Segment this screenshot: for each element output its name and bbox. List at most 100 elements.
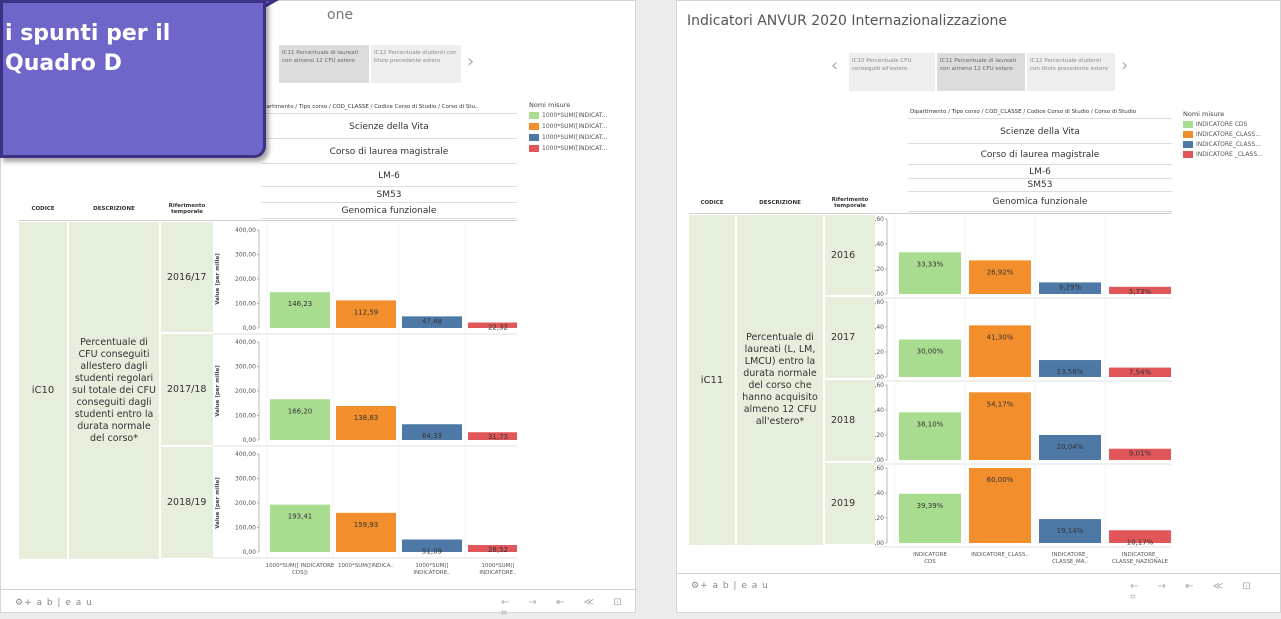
left-legend-title: Nomi misure [529, 101, 571, 109]
left-tableau-logo: ⚙+ a b | e a u [15, 598, 93, 608]
bar [336, 512, 396, 552]
left-header-classe: LM-6 [261, 165, 517, 187]
left-code-cell: iC10 [19, 222, 67, 559]
data-label: 22,32 [488, 324, 508, 332]
right-col-codice: CODICE [700, 200, 724, 206]
left-title: one [327, 7, 354, 23]
data-label: 10,17% [1127, 538, 1154, 546]
data-label: 26,92% [987, 268, 1014, 276]
right-legend-item[interactable]: INDICATORE CDS [1183, 120, 1247, 129]
data-label: 39,39% [917, 502, 944, 510]
right-title: Indicatori ANVUR 2020 Internazionalizzaz… [687, 13, 1008, 29]
y-tick-label: 300,00 [235, 476, 256, 483]
data-label: 28,52 [488, 546, 508, 554]
data-label: 7,54% [1129, 369, 1152, 377]
y-axis-label: Value [per mille] [215, 477, 221, 529]
y-tick-label: 400,00 [235, 227, 256, 234]
right-tab-ic10[interactable]: IC10 Percentuale CFU conseguiti all'este… [849, 53, 935, 91]
data-label: 138,83 [354, 414, 379, 422]
left-tab-ic12[interactable]: IC12 Percentuale studenti con titolo pre… [371, 45, 461, 83]
left-legend-item[interactable]: 1000*SUM([INDICAT... [529, 133, 607, 142]
left-toolbar-icons[interactable]: ← → ⇤ ≪ ⊡ ⌗ [501, 597, 635, 619]
bubble-line-2: Quadro D [5, 51, 122, 76]
y-tick-label: 400,00 [235, 451, 256, 458]
left-header-path: partimento / Tipo corso / COD_CLASSE / C… [261, 100, 517, 114]
bar [336, 405, 396, 440]
y-axis-label: Value [per mille] [215, 365, 221, 417]
left-header-corso: Genomica funzionale [261, 203, 517, 219]
y-tick-label: 0,00 [243, 325, 257, 332]
left-year-cell: 2016/17 [161, 222, 213, 333]
left-col-riferimento: Riferimento temporale [168, 203, 206, 215]
x-tick-label: 1000*SUM([ [481, 563, 514, 569]
y-tick-label: 300,00 [235, 364, 256, 371]
right-legend-item[interactable]: INDICATORE_CLASS... [1183, 140, 1261, 149]
right-tab-ic11[interactable]: IC11 Percentuale di laureati con almeno … [937, 53, 1025, 91]
right-toolbar-icons[interactable]: ← → ⇤ ≪ ⊡ ⌗ [1130, 581, 1280, 603]
right-col-descrizione: DESCRIZIONE [759, 200, 801, 206]
x-tick-label: 1000*SUM([ [415, 563, 448, 569]
data-label: 47,48 [422, 317, 442, 325]
left-legend-item[interactable]: 1000*SUM([INDICAT... [529, 111, 607, 120]
right-legend-item[interactable]: INDICATORE_CLASS... [1183, 130, 1261, 139]
y-tick-label: 200,00 [235, 276, 256, 283]
y-tick-label: 200,00 [235, 500, 256, 507]
left-tab-ic11[interactable]: IC11 Percentuale di laureati con almeno … [279, 45, 369, 83]
y-tick-label: 100,00 [235, 301, 256, 308]
y-tick-label: 0,00 [243, 437, 257, 444]
data-label: 51,09 [422, 547, 442, 555]
left-legend-item[interactable]: 1000*SUM([INDICAT... [529, 144, 607, 153]
bar [899, 339, 961, 377]
right-bar-chart: 0,000,200,400,60Value [per mille]33,33%2… [875, 215, 1172, 565]
right-header-classe: LM-6 [908, 166, 1172, 179]
data-label: 9,29% [1059, 283, 1082, 291]
x-tick-label: 1000*SUM([INDICA.. [338, 563, 394, 569]
left-legend-item[interactable]: 1000*SUM([INDICAT... [529, 122, 607, 131]
y-tick-label: 0,20 [875, 432, 884, 439]
y-tick-label: 200,00 [235, 388, 256, 395]
right-year-cell: 2018 [825, 380, 875, 462]
left-header-dept: Scienze della Vita [261, 115, 517, 139]
right-legend-title: Nomi misure [1183, 110, 1225, 118]
y-tick-label: 100,00 [235, 413, 256, 420]
bar [270, 292, 330, 328]
right-prev-arrow-icon[interactable]: ‹ [831, 55, 838, 76]
y-tick-label: 400,00 [235, 339, 256, 346]
right-tab-ic12[interactable]: IC12 Percentuale studenti con titolo pre… [1027, 53, 1115, 91]
right-description-cell: Percentuale di laureati (L, LM, LMCU) en… [737, 215, 823, 545]
y-axis-label: Value [per mille] [215, 253, 221, 305]
data-label: 159,93 [354, 521, 379, 529]
y-tick-label: 0,00 [875, 291, 884, 298]
y-tick-label: 0,60 [875, 465, 884, 472]
data-label: 9,01% [1129, 450, 1152, 458]
data-label: 33,33% [917, 260, 944, 268]
x-tick-label: INDICATORE.. [413, 570, 451, 576]
right-next-arrow-icon[interactable]: › [1121, 55, 1128, 76]
y-tick-label: 0,40 [875, 407, 884, 414]
y-tick-label: 0,00 [875, 457, 884, 464]
right-header-codice-cds: SM53 [908, 179, 1172, 192]
right-header-path: Dipartimento / Tipo corso / COD_CLASSE /… [908, 105, 1172, 119]
data-label: 31,73 [488, 433, 508, 441]
data-label: 146,23 [288, 300, 313, 308]
right-year-cell: 2017 [825, 297, 875, 379]
y-tick-label: 0,40 [875, 241, 884, 248]
left-col-codice: CODICE [31, 206, 55, 212]
left-header-tipo: Corso di laurea magistrale [261, 140, 517, 164]
data-label: 20,04% [1057, 443, 1084, 451]
y-tick-label: 0,60 [875, 299, 884, 306]
x-tick-label: INDICATORE_CLASS.. [971, 552, 1029, 558]
y-tick-label: 0,00 [875, 540, 884, 547]
right-year-cell: 2016 [825, 215, 875, 296]
data-label: 54,17% [987, 400, 1014, 408]
data-label: 19,14% [1057, 527, 1084, 535]
left-next-arrow-icon[interactable]: › [467, 51, 474, 72]
x-tick-label: CDS]) [292, 570, 308, 576]
x-tick-label: INDICATORE_ [1122, 552, 1159, 558]
bar [899, 252, 961, 294]
bar [270, 399, 330, 440]
right-dashboard: Indicatori ANVUR 2020 Internazionalizzaz… [676, 0, 1281, 613]
right-legend-item[interactable]: INDICATORE _CLASS... [1183, 150, 1263, 159]
right-header-corso: Genomica funzionale [908, 192, 1172, 212]
left-bar-chart: 0,00 100,00 200,00 300,00 400,00 Value [per m… [213, 222, 517, 576]
